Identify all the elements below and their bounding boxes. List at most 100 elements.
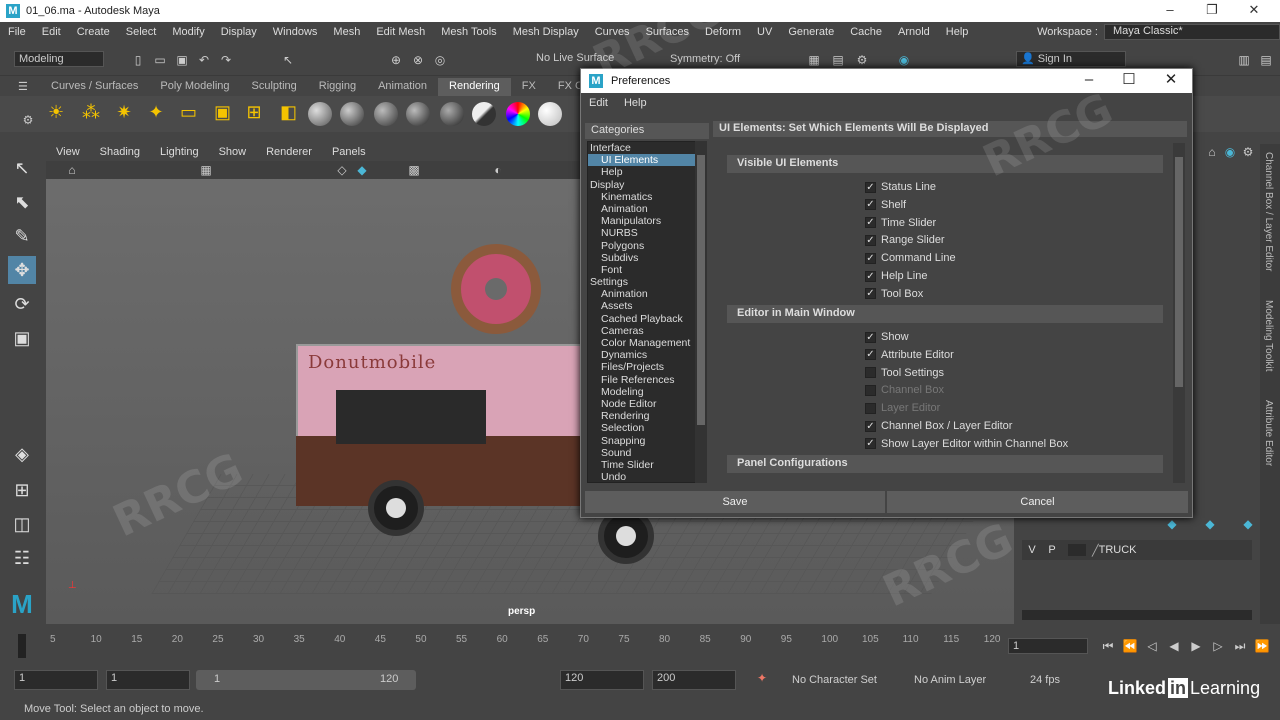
material-ball-4-icon[interactable] (406, 102, 430, 126)
white-ball-icon[interactable] (538, 102, 562, 126)
layer-remove-icon[interactable]: ◆ (1240, 516, 1256, 532)
camera-select-icon[interactable]: ⌂ (64, 162, 80, 178)
viewport-menu-lighting[interactable]: Lighting (150, 144, 209, 161)
pref-menu-help[interactable]: Help (616, 95, 655, 113)
checkbox-tool-box[interactable]: ✓ Tool Box (865, 286, 923, 302)
checkbox-shelf[interactable]: ✓ Shelf (865, 197, 906, 213)
step-back-key-icon[interactable]: ⏪ (1122, 638, 1138, 654)
range-bar[interactable]: 1 120 (196, 670, 416, 690)
attribute-editor-tab[interactable]: Attribute Editor (1263, 400, 1274, 466)
category-node-editor[interactable]: Node Editor (588, 398, 706, 410)
camera-icon[interactable]: ⊞ (246, 103, 262, 121)
checkmark-icon[interactable]: ✓ (865, 438, 876, 450)
menu-modify[interactable]: Modify (164, 26, 212, 38)
checkbox-show-layer-editor-within-channel-box[interactable]: ✓ Show Layer Editor within Channel Box (865, 436, 1068, 452)
render-settings-icon[interactable]: ⚙ (854, 52, 870, 68)
panel-scroll-thumb[interactable] (1175, 157, 1183, 387)
layer-new-icon[interactable]: ◆ (1164, 516, 1180, 532)
category-modeling[interactable]: Modeling (588, 386, 706, 398)
grid-toggle-icon[interactable]: ▦ (198, 162, 214, 178)
material-ball-2-icon[interactable] (340, 102, 364, 126)
open-scene-icon[interactable]: ▭ (152, 52, 168, 68)
ipr-render-icon[interactable]: ▤ (830, 52, 846, 68)
viewport-menu-renderer[interactable]: Renderer (256, 144, 322, 161)
character-set-field[interactable]: No Character Set (792, 674, 877, 686)
menu-edit-mesh[interactable]: Edit Mesh (368, 26, 433, 38)
checkbox-box[interactable] (865, 384, 876, 396)
checkmark-icon[interactable]: ✓ (865, 270, 876, 282)
two-view-icon[interactable]: ◫ (8, 510, 36, 538)
four-view-icon[interactable]: ⊞ (8, 476, 36, 504)
render-icon[interactable]: ▦ (806, 52, 822, 68)
smooth-shade-icon[interactable]: ◆ (354, 162, 370, 178)
category-settings[interactable]: Settings (588, 276, 706, 288)
menu-uv[interactable]: UV (749, 26, 780, 38)
checkbox-command-line[interactable]: ✓ Command Line (865, 250, 956, 266)
category-animation[interactable]: Animation (588, 288, 706, 300)
select-arrow-icon[interactable]: ↖ (8, 154, 36, 182)
current-frame-field[interactable]: 1 (1008, 638, 1088, 654)
checkbox-range-slider[interactable]: ✓ Range Slider (865, 232, 945, 248)
category-help[interactable]: Help (588, 166, 706, 178)
play-back-icon[interactable]: ◀ (1166, 638, 1182, 654)
material-ball-6-icon[interactable] (472, 102, 496, 126)
go-end-icon[interactable]: ⏭ (1232, 638, 1248, 654)
menu-file[interactable]: File (0, 26, 34, 38)
layer-visibility-toggle[interactable]: V (1022, 544, 1042, 556)
menu-mesh-display[interactable]: Mesh Display (505, 26, 587, 38)
shelf-tab-animation[interactable]: Animation (367, 78, 438, 96)
category-rendering[interactable]: Rendering (588, 410, 706, 422)
menu-windows[interactable]: Windows (265, 26, 326, 38)
auto-key-icon[interactable]: ✦ (754, 670, 770, 686)
go-end-key-icon[interactable]: ⏩ (1254, 638, 1270, 654)
checkbox-tool-settings[interactable]: Tool Settings (865, 365, 944, 381)
category-polygons[interactable]: Polygons (588, 240, 706, 252)
pref-maximize-button[interactable]: ☐ (1109, 69, 1149, 93)
step-forward-icon[interactable]: ▷ (1210, 638, 1226, 654)
shelf-settings-icon[interactable]: ⚙ (20, 112, 36, 128)
category-files-projects[interactable]: Files/Projects (588, 361, 706, 373)
material-ball-3-icon[interactable] (374, 102, 398, 126)
render-view-icon[interactable]: ◧ (280, 103, 297, 121)
categories-scrollbar[interactable] (695, 141, 707, 483)
layer-playback-toggle[interactable]: P (1042, 544, 1062, 556)
viewport-menu-shading[interactable]: Shading (90, 144, 150, 161)
shelf-tab-poly-modeling[interactable]: Poly Modeling (149, 78, 240, 96)
play-forward-icon[interactable]: ▶ (1188, 638, 1204, 654)
scale-tool-icon[interactable]: ▣ (8, 324, 36, 352)
checkbox-time-slider[interactable]: ✓ Time Slider (865, 215, 936, 231)
rotate-tool-icon[interactable]: ⟳ (8, 290, 36, 318)
layer-scrollbar[interactable] (1022, 610, 1252, 620)
snap-curve-icon[interactable]: ⊗ (410, 52, 426, 68)
menu-create[interactable]: Create (69, 26, 118, 38)
category-selection[interactable]: Selection (588, 422, 706, 434)
shelf-menu-icon[interactable]: ☰ (18, 80, 28, 93)
outliner-view-icon[interactable]: ☷ (8, 544, 36, 572)
select-tool-icon[interactable]: ↖ (280, 52, 296, 68)
category-sound[interactable]: Sound (588, 447, 706, 459)
close-button[interactable]: ✕ (1234, 0, 1274, 22)
textured-icon[interactable]: ▩ (406, 162, 422, 178)
undo-icon[interactable]: ↶ (196, 52, 212, 68)
anim-layer-field[interactable]: No Anim Layer (914, 674, 986, 686)
redo-icon[interactable]: ↷ (218, 52, 234, 68)
maximize-button[interactable]: ❐ (1192, 0, 1232, 22)
spot-light-icon[interactable]: ✦ (148, 103, 164, 121)
checkmark-icon[interactable]: ✓ (865, 420, 876, 432)
new-scene-icon[interactable]: ▯ (130, 52, 146, 68)
layer-color-swatch[interactable] (1068, 544, 1086, 556)
channel-target-icon[interactable]: ◉ (1222, 144, 1238, 160)
volume-light-icon[interactable]: ▣ (214, 103, 231, 121)
minimize-button[interactable]: – (1150, 0, 1190, 22)
category-cameras[interactable]: Cameras (588, 325, 706, 337)
area-light-icon[interactable]: ▭ (180, 103, 197, 121)
category-nurbs[interactable]: NURBS (588, 227, 706, 239)
shelf-tab-sculpting[interactable]: Sculpting (241, 78, 308, 96)
save-button[interactable]: Save (585, 491, 885, 513)
checkmark-icon[interactable]: ✓ (865, 288, 876, 300)
go-start-icon[interactable]: ⏮ (1100, 638, 1116, 654)
viewport-menu-view[interactable]: View (46, 144, 90, 161)
checkmark-icon[interactable]: ✓ (865, 181, 876, 193)
lasso-tool-icon[interactable]: ⬉ (8, 188, 36, 216)
move-tool-icon[interactable]: ✥ (8, 256, 36, 284)
